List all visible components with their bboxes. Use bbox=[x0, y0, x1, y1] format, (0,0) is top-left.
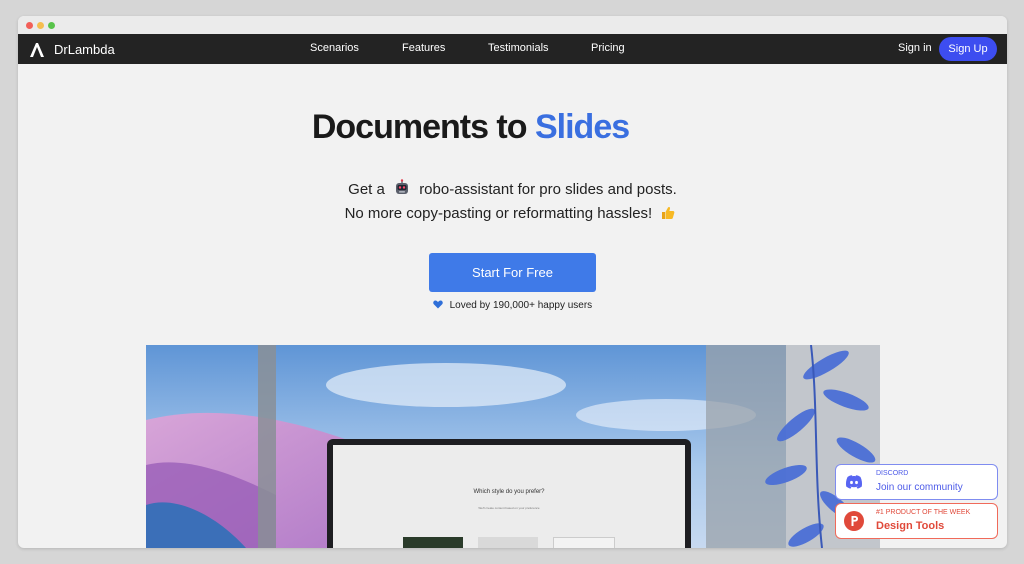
sign-in-link[interactable]: Sign in bbox=[898, 42, 932, 54]
laptop-mockup: Which style do you prefer? We'll create … bbox=[327, 439, 691, 548]
discord-join-text: Join our community bbox=[876, 482, 963, 493]
thumbs-up-emoji-icon bbox=[660, 205, 676, 225]
hero-subtitle-line2: No more copy-pasting or reformatting has… bbox=[18, 205, 1007, 225]
product-hunt-icon bbox=[844, 511, 864, 531]
blue-heart-icon bbox=[433, 300, 443, 312]
minimize-window-button[interactable] bbox=[37, 22, 44, 29]
product-hunt-category: Design Tools bbox=[876, 520, 945, 532]
brand-logo-link[interactable]: DrLambda bbox=[28, 40, 115, 58]
style-option-2 bbox=[478, 537, 538, 548]
lambda-logo-icon bbox=[30, 43, 44, 57]
hero-title: Documents to Slides bbox=[18, 108, 923, 147]
close-window-button[interactable] bbox=[26, 22, 33, 29]
hero-title-main: Documents to bbox=[311, 108, 528, 146]
brand-name: DrLambda bbox=[54, 41, 115, 57]
maximize-window-button[interactable] bbox=[48, 22, 55, 29]
browser-window: DrLambda Scenarios Features Testimonials… bbox=[18, 16, 1007, 548]
nav-link-pricing[interactable]: Pricing bbox=[591, 42, 625, 54]
robot-emoji-icon bbox=[393, 179, 411, 201]
nav-link-scenarios[interactable]: Scenarios bbox=[310, 42, 359, 54]
discord-widget[interactable]: DISCORD Join our community bbox=[835, 464, 998, 500]
style-question: Which style do you prefer? bbox=[473, 489, 545, 495]
start-for-free-button[interactable]: Start For Free bbox=[429, 253, 596, 292]
hero-title-accent: Slides bbox=[534, 108, 630, 146]
nav-link-features[interactable]: Features bbox=[402, 42, 445, 54]
product-hunt-label: #1 PRODUCT OF THE WEEK bbox=[876, 509, 971, 516]
style-subtext: We'll create content based on your prefe… bbox=[478, 506, 540, 510]
sign-up-button[interactable]: Sign Up bbox=[939, 37, 997, 61]
hero-subtitle-line1: Get a robo-assistant for pro slides and … bbox=[18, 179, 1007, 201]
subtitle-get-a: Get a bbox=[348, 181, 385, 198]
loved-by-text: Loved by 190,000+ happy users bbox=[449, 300, 593, 311]
subtitle-no-more: No more copy-pasting or reformatting has… bbox=[344, 205, 653, 222]
social-proof: Loved by 190,000+ happy users bbox=[18, 300, 1007, 312]
nav-links: Scenarios Features Testimonials Pricing bbox=[18, 34, 1007, 64]
window-titlebar bbox=[18, 16, 1007, 34]
product-hunt-widget[interactable]: #1 PRODUCT OF THE WEEK Design Tools bbox=[835, 503, 998, 539]
product-preview-image: Which style do you prefer? We'll create … bbox=[146, 345, 880, 548]
top-navbar: DrLambda Scenarios Features Testimonials… bbox=[18, 34, 1007, 64]
discord-icon bbox=[845, 475, 863, 489]
subtitle-robo-assistant: robo-assistant for pro slides and posts. bbox=[419, 181, 677, 198]
laptop-screen: Which style do you prefer? We'll create … bbox=[333, 445, 685, 548]
style-option-3 bbox=[553, 537, 615, 548]
nav-link-testimonials[interactable]: Testimonials bbox=[488, 42, 549, 54]
discord-label: DISCORD bbox=[876, 470, 909, 477]
style-option-1 bbox=[403, 537, 463, 548]
